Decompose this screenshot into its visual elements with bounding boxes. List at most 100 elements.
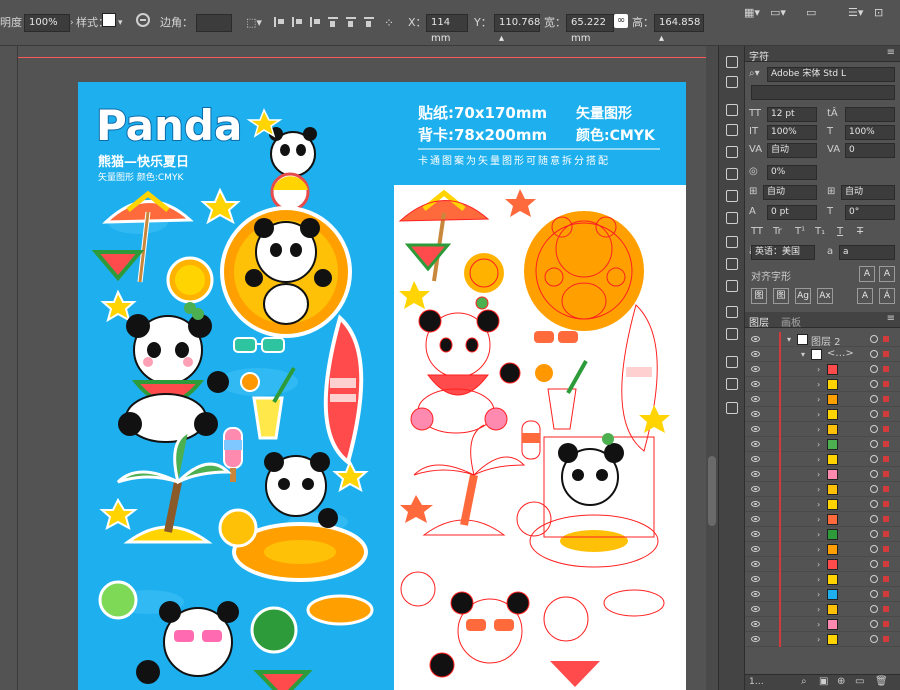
target-circle-icon[interactable] xyxy=(870,590,878,598)
new-sublayer-icon[interactable]: ⊕ xyxy=(837,676,845,687)
expand-chevron-icon[interactable]: › xyxy=(817,620,820,629)
expand-chevron-icon[interactable]: › xyxy=(817,485,820,494)
artboard-sticker-preview[interactable]: Panda 熊猫—快乐夏日 矢量图形 颜色:CMYK xyxy=(78,82,394,690)
reference-point-icon[interactable]: ⁘ xyxy=(384,14,394,32)
align-center-h-icon[interactable] xyxy=(290,14,304,30)
canvas-area[interactable]: Panda 熊猫—快乐夏日 矢量图形 颜色:CMYK 贴纸:70x170mm 矢… xyxy=(18,46,706,690)
visibility-eye-icon[interactable] xyxy=(751,486,760,492)
target-circle-icon[interactable] xyxy=(870,455,878,463)
layer-item-row[interactable]: › xyxy=(745,407,900,422)
aki-right-select[interactable]: 自动 xyxy=(841,185,895,200)
panel-menu-icon[interactable]: ▦▾ xyxy=(744,4,760,22)
snap-button-5[interactable]: A xyxy=(857,288,873,304)
y-input[interactable]: 110.768 ▴ xyxy=(494,14,540,44)
tt-button-5[interactable]: T xyxy=(837,226,843,237)
selection-square[interactable] xyxy=(883,396,889,402)
snap-button-4[interactable]: Ax xyxy=(817,288,833,304)
vertical-scale-input[interactable]: 100% xyxy=(767,125,817,140)
layer-item-row[interactable]: › xyxy=(745,557,900,572)
expand-chevron-icon[interactable]: › xyxy=(817,605,820,614)
selection-square[interactable] xyxy=(883,366,889,372)
paragraph-panel-icon[interactable] xyxy=(726,56,738,68)
selection-square[interactable] xyxy=(883,486,889,492)
layer-item-row[interactable]: › xyxy=(745,542,900,557)
visibility-eye-icon[interactable] xyxy=(751,456,760,462)
visibility-eye-icon[interactable] xyxy=(751,351,760,357)
visibility-eye-icon[interactable] xyxy=(751,381,760,387)
tt-button-3[interactable]: T¹ xyxy=(795,226,805,237)
tt-button-4[interactable]: T₁ xyxy=(815,226,825,237)
expand-chevron-icon[interactable]: › xyxy=(817,500,820,509)
selection-square[interactable] xyxy=(883,411,889,417)
pathfinder-panel-icon[interactable] xyxy=(726,328,738,340)
asset-export-panel-icon[interactable] xyxy=(726,356,738,368)
style-swatch[interactable] xyxy=(102,13,116,27)
visibility-eye-icon[interactable] xyxy=(751,471,760,477)
layer-name[interactable]: 图层 2 xyxy=(811,333,841,348)
aki-left-select[interactable]: 自动 xyxy=(763,185,817,200)
language-select[interactable]: 英语：美国 xyxy=(751,245,815,260)
visibility-eye-icon[interactable] xyxy=(751,531,760,537)
opacity-dropdown-chevron-icon[interactable]: › xyxy=(70,14,74,32)
align-panel-icon[interactable] xyxy=(726,306,738,318)
layer-item-row[interactable]: › xyxy=(745,362,900,377)
sublayer-name[interactable]: <…> xyxy=(827,348,854,359)
expand-chevron-icon[interactable]: › xyxy=(817,455,820,464)
target-circle-icon[interactable] xyxy=(870,395,878,403)
artboard-outline-view[interactable]: 贴纸:70x170mm 矢量图形 背卡:78x200mm 颜色:CMYK 卡通图… xyxy=(394,82,686,690)
layer-item-row[interactable]: › xyxy=(745,467,900,482)
brushes-panel-icon[interactable] xyxy=(726,146,738,158)
panel-menu-icon-2[interactable]: ▭▾ xyxy=(770,4,786,22)
tab-character[interactable]: 字符 xyxy=(749,48,769,63)
selection-square[interactable] xyxy=(883,516,889,522)
layer-item-row[interactable]: › xyxy=(745,482,900,497)
constrain-link-icon[interactable]: ∞ xyxy=(614,14,628,28)
visibility-eye-icon[interactable] xyxy=(751,561,760,567)
scrollbar-thumb[interactable] xyxy=(708,456,716,526)
x-input[interactable]: 114 mm xyxy=(426,14,468,44)
layer-item-row[interactable]: › xyxy=(745,572,900,587)
transparency-panel-icon[interactable] xyxy=(726,236,738,248)
snap-button-6[interactable]: Á xyxy=(879,288,895,304)
align-left-icon[interactable] xyxy=(272,14,286,30)
kerning-input[interactable]: 自动 xyxy=(767,143,817,158)
visibility-eye-icon[interactable] xyxy=(751,366,760,372)
layer-item-row[interactable]: › xyxy=(745,377,900,392)
glyph-snap-icon-2[interactable]: A xyxy=(879,266,895,282)
links-panel-icon[interactable] xyxy=(726,378,738,390)
opacity-input[interactable]: 100% xyxy=(24,14,70,32)
graphic-styles-panel-icon[interactable] xyxy=(726,190,738,202)
layer-item-row[interactable]: › xyxy=(745,512,900,527)
visibility-eye-icon[interactable] xyxy=(751,516,760,522)
color-panel-icon[interactable] xyxy=(726,104,738,116)
target-circle-icon[interactable] xyxy=(870,635,878,643)
align-middle-v-icon[interactable] xyxy=(344,14,358,30)
selection-square[interactable] xyxy=(883,621,889,627)
layer-item-row[interactable]: › xyxy=(745,602,900,617)
layer-item-row[interactable]: › xyxy=(745,527,900,542)
selection-square[interactable] xyxy=(883,636,889,642)
target-circle-icon[interactable] xyxy=(870,605,878,613)
expand-chevron-icon[interactable]: › xyxy=(817,410,820,419)
sublayer-row[interactable]: ▾ <…> xyxy=(745,347,900,362)
visibility-eye-icon[interactable] xyxy=(751,501,760,507)
swatches-panel-icon[interactable] xyxy=(726,124,738,136)
target-circle-icon[interactable] xyxy=(870,485,878,493)
expand-chevron-icon[interactable]: › xyxy=(817,380,820,389)
target-circle-icon[interactable] xyxy=(870,350,878,358)
tab-artboards[interactable]: 画板 xyxy=(781,314,801,329)
target-circle-icon[interactable] xyxy=(870,440,878,448)
selection-square[interactable] xyxy=(883,576,889,582)
gradient-panel-icon[interactable] xyxy=(726,280,738,292)
target-circle-icon[interactable] xyxy=(870,425,878,433)
leading-input[interactable] xyxy=(845,107,895,122)
panel-menu-icon[interactable]: ≡ xyxy=(887,47,895,58)
tt-button-1[interactable]: TT xyxy=(751,226,763,237)
visibility-eye-icon[interactable] xyxy=(751,336,760,342)
target-circle-icon[interactable] xyxy=(870,410,878,418)
style-dropdown-chevron-icon[interactable]: ▾ xyxy=(118,14,123,32)
expand-chevron-icon[interactable]: ▾ xyxy=(787,335,791,344)
expand-chevron-icon[interactable]: › xyxy=(817,395,820,404)
visibility-eye-icon[interactable] xyxy=(751,636,760,642)
expand-chevron-icon[interactable]: › xyxy=(817,530,820,539)
